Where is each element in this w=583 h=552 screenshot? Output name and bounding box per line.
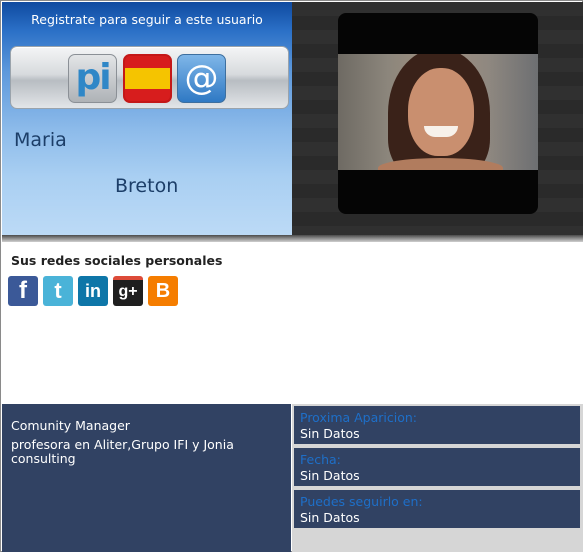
follow-on-value: Sin Datos (300, 510, 360, 525)
social-section: Sus redes sociales personales f t in g+ … (2, 242, 583, 404)
linkedin-icon[interactable]: in (78, 276, 108, 306)
follow-on-label: Puedes seguirlo en: (300, 494, 423, 509)
google-plus-icon[interactable]: g+ (113, 276, 143, 306)
profile-photo-frame (338, 13, 538, 214)
next-appearance-label: Proxima Aparicion: (300, 410, 418, 425)
next-appearance-value: Sin Datos (300, 426, 360, 441)
section-divider (2, 235, 583, 242)
at-email-icon[interactable]: @ (177, 54, 226, 103)
next-appearance-box: Proxima Aparicion: Sin Datos (293, 405, 581, 445)
blogger-icon[interactable]: B (148, 276, 178, 306)
bio-panel: Comunity Manager profesora en Aliter,Gru… (2, 404, 291, 552)
first-name: Maria (14, 129, 67, 151)
profile-photo (338, 54, 538, 170)
twitter-icon[interactable]: t (43, 276, 73, 306)
pi-icon[interactable]: pi (68, 54, 117, 103)
date-box: Fecha: Sin Datos (293, 447, 581, 487)
spain-flag-icon[interactable] (123, 54, 172, 103)
flag-band-bottom (125, 89, 170, 101)
follow-on-box: Puedes seguirlo en: Sin Datos (293, 489, 581, 529)
job-title: Comunity Manager (11, 418, 130, 433)
register-follow-link[interactable]: Registrate para seguir a este usuario (2, 12, 292, 27)
facebook-icon[interactable]: f (8, 276, 38, 306)
work-description: profesora en Aliter,Grupo IFI y Jonia co… (11, 437, 234, 466)
photo-face (408, 68, 474, 156)
photo-panel (292, 2, 583, 235)
date-label: Fecha: (300, 452, 341, 467)
profile-header-panel: Registrate para seguir a este usuario pi… (2, 2, 292, 235)
flag-band-top (125, 56, 170, 68)
info-panel: Proxima Aparicion: Sin Datos Fecha: Sin … (292, 404, 583, 552)
social-title: Sus redes sociales personales (11, 253, 223, 268)
flag-band-middle (125, 68, 170, 89)
last-name: Breton (115, 175, 179, 197)
action-icon-bar: pi @ (10, 46, 289, 109)
date-value: Sin Datos (300, 468, 360, 483)
profile-card: Registrate para seguir a este usuario pi… (0, 0, 583, 552)
